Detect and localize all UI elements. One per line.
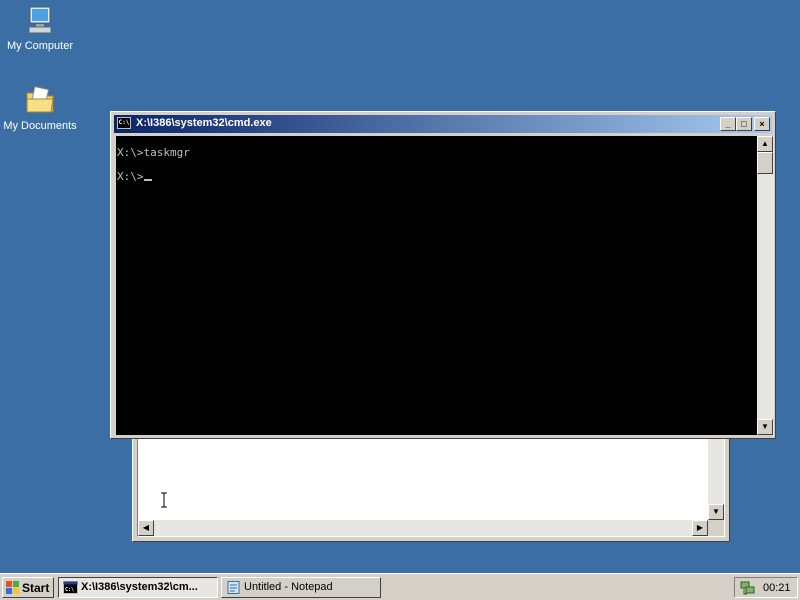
close-button[interactable]: ×	[754, 117, 770, 131]
system-tray: 00:21	[734, 577, 798, 598]
notepad-task-icon	[226, 581, 241, 594]
cmd-task-icon: C:\	[63, 581, 78, 594]
notepad-text-area[interactable]: ▼ ◀ ▶	[137, 435, 725, 537]
taskbar-button-notepad[interactable]: Untitled - Notepad	[221, 577, 381, 598]
cmd-scroll-down-button[interactable]: ▼	[757, 419, 773, 435]
cmd-window[interactable]: C:\ X:\I386\system32\cmd.exe _ □ × X:\>t…	[110, 111, 776, 439]
notepad-horizontal-scrollbar[interactable]: ◀ ▶	[138, 520, 708, 536]
cmd-scroll-thumb[interactable]	[757, 152, 773, 174]
console-line: X:\>taskmgr	[117, 146, 190, 159]
desktop-icon-my-documents[interactable]: My Documents	[0, 84, 80, 132]
my-computer-label: My Computer	[6, 40, 74, 52]
cmd-task-label: X:\I386\system32\cm...	[81, 581, 198, 593]
notepad-task-label: Untitled - Notepad	[244, 581, 333, 593]
console-output[interactable]: X:\>taskmgr X:\>	[116, 136, 757, 435]
console-prompt-line: X:\>	[117, 170, 152, 183]
notepad-vertical-scrollbar[interactable]: ▼	[708, 436, 724, 520]
cmd-scroll-up-button[interactable]: ▲	[757, 136, 773, 152]
my-computer-icon	[24, 4, 56, 36]
console-cursor	[143, 179, 152, 181]
taskbar: Start C:\ X:\I386\system32\cm... Untitle…	[0, 573, 800, 600]
start-button[interactable]: Start	[2, 577, 54, 598]
cmd-titlebar[interactable]: C:\ X:\I386\system32\cmd.exe _ □ ×	[114, 115, 772, 133]
notepad-resize-grip[interactable]	[708, 520, 724, 536]
cmd-window-icon: C:\	[117, 117, 131, 129]
my-documents-label: My Documents	[3, 120, 77, 132]
minimize-button[interactable]: _	[720, 117, 736, 131]
text-cursor-icon	[160, 492, 168, 511]
notepad-scroll-right-button[interactable]: ▶	[692, 520, 708, 536]
maximize-button[interactable]: □	[736, 117, 752, 131]
notepad-window[interactable]: ▼ ◀ ▶	[132, 430, 730, 542]
network-icon[interactable]	[740, 580, 756, 599]
svg-text:C:\: C:\	[65, 587, 74, 593]
start-label: Start	[22, 581, 50, 595]
taskbar-button-cmd[interactable]: C:\ X:\I386\system32\cm...	[58, 577, 218, 598]
notepad-scroll-left-button[interactable]: ◀	[138, 520, 154, 536]
desktop-icon-my-computer[interactable]: My Computer	[0, 4, 80, 52]
cmd-window-title: X:\I386\system32\cmd.exe	[136, 117, 272, 129]
notepad-scroll-down-button[interactable]: ▼	[708, 504, 724, 520]
clock[interactable]: 00:21	[763, 582, 791, 594]
windows-flag-icon	[6, 581, 20, 594]
my-documents-icon	[24, 84, 56, 116]
cmd-vertical-scrollbar[interactable]: ▲ ▼	[757, 136, 774, 435]
